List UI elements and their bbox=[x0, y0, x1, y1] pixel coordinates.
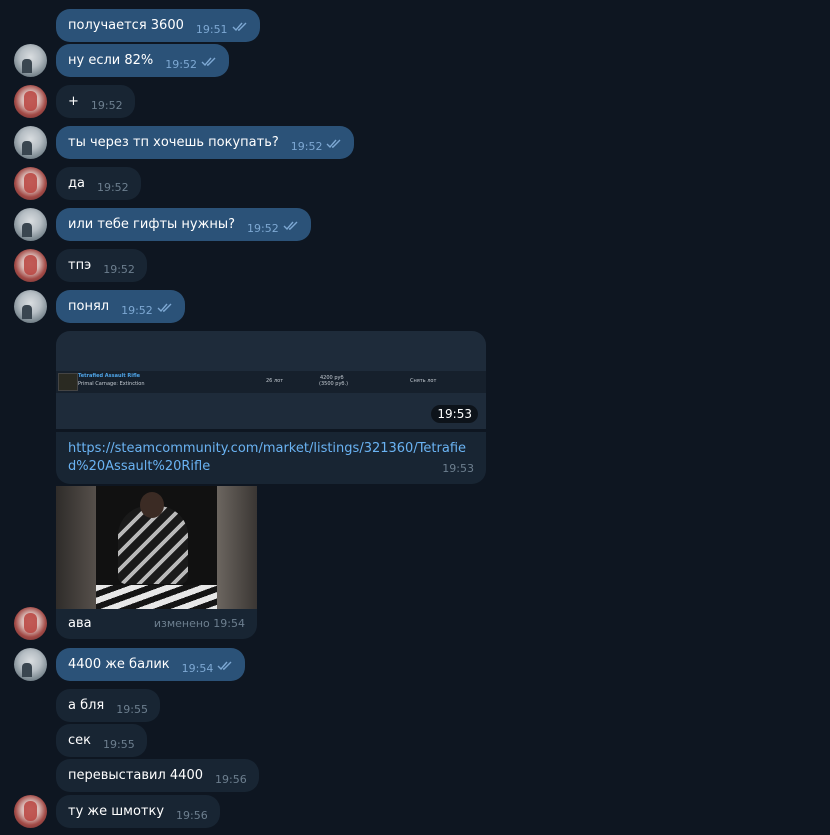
message-bubble-incoming[interactable]: ту же шмотку 19:56 bbox=[56, 795, 220, 828]
message-bubble-incoming[interactable]: а бля 19:55 bbox=[56, 689, 160, 722]
double-check-icon bbox=[232, 22, 247, 32]
market-link[interactable]: https://steamcommunity.com/market/listin… bbox=[68, 441, 466, 474]
message-text: сек bbox=[68, 733, 91, 748]
message-time: 19:55 bbox=[103, 738, 135, 751]
message-text: ту же шмотку bbox=[68, 804, 165, 819]
message-text: перевыставил 4400 bbox=[68, 768, 203, 783]
message-time: 19:52 bbox=[90, 99, 123, 112]
message-time: 19:52 bbox=[247, 222, 279, 235]
message-time: 19:56 bbox=[176, 809, 208, 822]
message-time: 19:52 bbox=[103, 263, 135, 276]
message-time: 19:52 bbox=[290, 140, 323, 153]
message-time: 19:52 bbox=[96, 181, 129, 194]
message-text: + bbox=[68, 94, 79, 109]
message-text: ты через тп хочешь покупать? bbox=[68, 135, 279, 150]
message-time: 19:52 bbox=[121, 304, 153, 317]
message-bubble-outgoing[interactable]: получается 3600 19:51 bbox=[56, 9, 260, 42]
avatar-contact[interactable] bbox=[14, 795, 47, 828]
double-check-icon bbox=[201, 57, 216, 67]
message-bubble-incoming[interactable]: +19:52 bbox=[56, 85, 135, 118]
double-check-icon bbox=[157, 303, 172, 313]
message-bubble-incoming[interactable]: ава изменено 19:54 bbox=[56, 609, 257, 639]
avatar-self[interactable] bbox=[14, 290, 47, 323]
message-text: получается 3600 bbox=[68, 18, 184, 33]
avatar-self[interactable] bbox=[14, 44, 47, 77]
message-text: ну если 82% bbox=[68, 53, 154, 68]
item-price-sub: (3500 руб.) bbox=[319, 381, 349, 387]
message-bubble-outgoing[interactable]: понял 19:52 bbox=[56, 290, 185, 323]
photo-stripes bbox=[96, 585, 217, 609]
photo-blur-left bbox=[56, 486, 96, 609]
message-text: тпэ bbox=[68, 258, 92, 273]
item-game: Primal Carnage: Extinction bbox=[78, 381, 145, 387]
message-bubble-outgoing[interactable]: 4400 же балик 19:54 bbox=[56, 648, 246, 681]
message-time: 19:53 bbox=[442, 462, 474, 475]
message-bubble-incoming[interactable]: тпэ 19:52 bbox=[56, 249, 147, 282]
message-time: 19:55 bbox=[116, 703, 148, 716]
avatar-self[interactable] bbox=[14, 126, 47, 159]
message-bubble-incoming[interactable]: да 19:52 bbox=[56, 167, 141, 200]
message-time: 19:52 bbox=[165, 58, 197, 71]
avatar-contact[interactable] bbox=[14, 167, 47, 200]
item-name: Tetrafied Assault Rifle bbox=[78, 373, 141, 379]
avatar-contact[interactable] bbox=[14, 249, 47, 282]
media-time: 19:53 bbox=[431, 405, 478, 423]
double-check-icon bbox=[326, 139, 341, 149]
message-text: понял bbox=[68, 299, 110, 314]
avatar-self[interactable] bbox=[14, 648, 47, 681]
message-text: да bbox=[68, 176, 85, 191]
avatar-contact[interactable] bbox=[14, 607, 47, 640]
avatar-self[interactable] bbox=[14, 208, 47, 241]
message-time: 19:51 bbox=[195, 23, 228, 36]
double-check-icon bbox=[217, 661, 232, 671]
message-text: а бля bbox=[68, 698, 105, 713]
item-count: 26 лот bbox=[266, 378, 284, 384]
photo-image[interactable] bbox=[56, 486, 257, 609]
message-bubble-incoming[interactable]: перевыставил 4400 19:56 bbox=[56, 759, 259, 792]
photo-blur-right bbox=[217, 486, 257, 609]
message-bubble-incoming[interactable]: сек 19:55 bbox=[56, 724, 147, 757]
message-text: или тебе гифты нужны? bbox=[68, 217, 235, 232]
message-bubble-outgoing[interactable]: или тебе гифты нужны? 19:52 bbox=[56, 208, 311, 241]
message-time: 19:56 bbox=[215, 773, 247, 786]
photo-head bbox=[140, 492, 164, 518]
item-thumbnail-icon bbox=[58, 373, 78, 391]
message-text: 4400 же балик bbox=[68, 657, 170, 672]
message-bubble-outgoing[interactable]: ну если 82% 19:52 bbox=[56, 44, 229, 77]
avatar-contact[interactable] bbox=[14, 85, 47, 118]
screenshot-image[interactable]: Tetrafied Assault Rifle Primal Carnage: … bbox=[56, 331, 486, 429]
photo-caption: ава bbox=[68, 616, 92, 631]
message-bubble-link[interactable]: https://steamcommunity.com/market/listin… bbox=[56, 432, 486, 484]
double-check-icon bbox=[283, 221, 298, 231]
message-time: 19:54 bbox=[181, 662, 214, 675]
message-bubble-outgoing[interactable]: ты через тп хочешь покупать? 19:52 bbox=[56, 126, 355, 159]
message-time: изменено 19:54 bbox=[153, 617, 245, 630]
remove-listing-label: Снять лот bbox=[410, 378, 437, 384]
